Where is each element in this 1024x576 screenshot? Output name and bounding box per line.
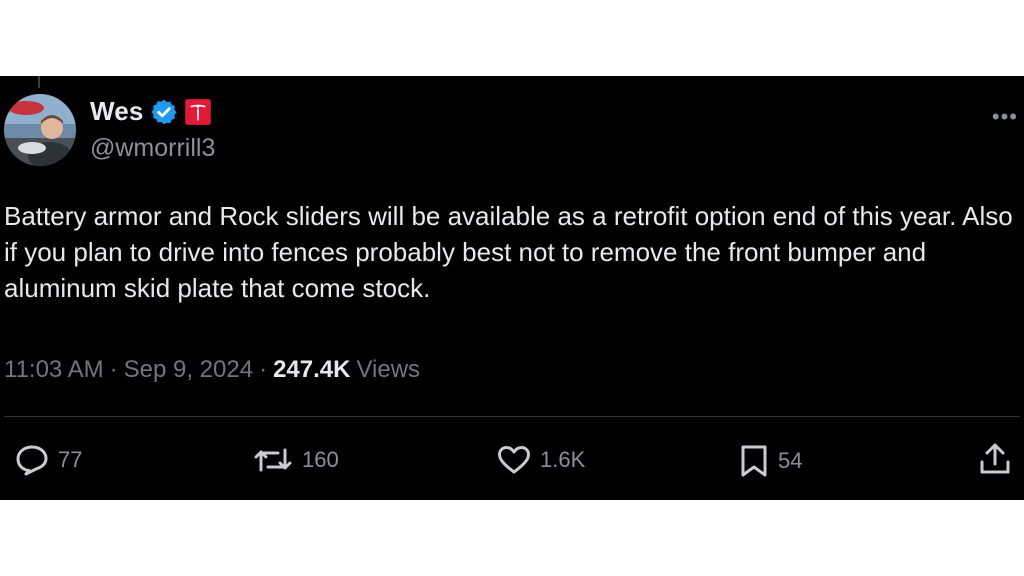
tweet-time[interactable]: 11:03 AM: [4, 356, 104, 384]
tweet-card: Wes @wmorrill3 ••• Battery armor and Roc…: [0, 76, 1024, 500]
avatar[interactable]: [4, 94, 76, 166]
reply-icon: [16, 445, 48, 476]
bookmark-icon: [741, 445, 767, 477]
tesla-logo-icon: [184, 98, 211, 125]
repost-button[interactable]: 160: [252, 444, 339, 476]
like-button[interactable]: 1.6K: [496, 444, 585, 476]
meta-separator: ·: [259, 356, 268, 383]
like-count: 1.6K: [540, 447, 586, 472]
tweet-metadata: 11:03 AM · Sep 9, 2024 · 247.4K Views: [4, 356, 420, 384]
meta-separator: ·: [109, 356, 118, 383]
tweet-date[interactable]: Sep 9, 2024: [124, 356, 253, 384]
heart-icon: [498, 446, 530, 474]
bookmark-button[interactable]: 54: [738, 444, 802, 478]
author-handle[interactable]: @wmorrill3: [90, 134, 215, 163]
more-options-icon[interactable]: •••: [992, 104, 1018, 130]
reply-button[interactable]: 77: [14, 444, 82, 476]
views-count: 247.4K: [273, 356, 351, 383]
bookmark-count: 54: [778, 448, 803, 473]
share-icon: [980, 443, 1010, 474]
reply-count: 77: [58, 447, 83, 472]
views-label: Views: [356, 356, 421, 383]
action-bar: 77 160 1.6K 54: [0, 440, 1024, 480]
repost-icon: [254, 448, 292, 472]
verified-badge-icon: [150, 99, 177, 124]
display-name[interactable]: Wes: [90, 96, 144, 127]
divider: [4, 416, 1020, 417]
thread-line: [38, 76, 40, 88]
tweet-text: Battery armor and Rock sliders will be a…: [4, 201, 1013, 303]
share-button[interactable]: [978, 442, 1012, 476]
repost-count: 160: [302, 447, 339, 472]
